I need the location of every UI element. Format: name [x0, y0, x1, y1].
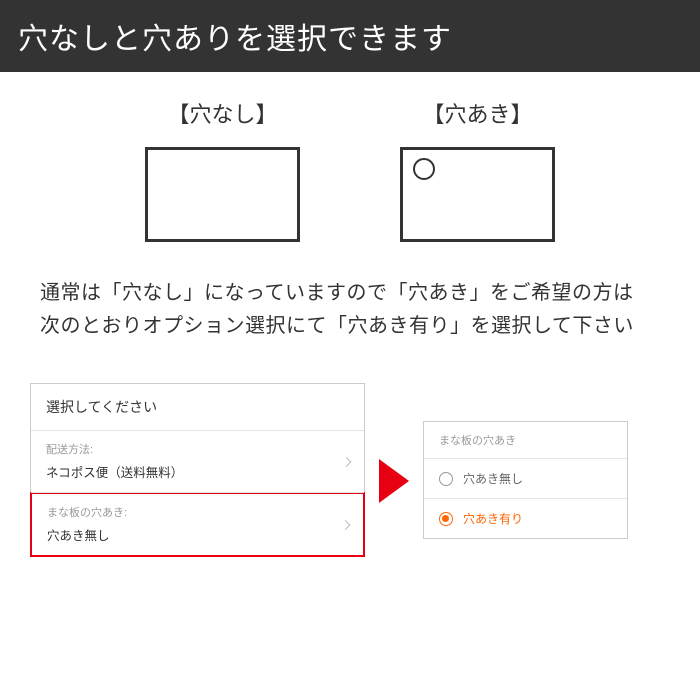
highlighted-row-frame: まな板の穴あき: 穴あき無し [30, 492, 365, 557]
hole-option-row[interactable]: まな板の穴あき: 穴あき無し [32, 494, 363, 555]
instruction-line-2: 次のとおりオプション選択にて「穴あき有り」を選択して下さい [40, 310, 660, 343]
instruction-line-1: 通常は「穴なし」になっていますので「穴あき」をご希望の方は [40, 277, 660, 310]
page-title: 穴なしと穴ありを選択できます [18, 23, 452, 56]
hole-icon [413, 158, 435, 180]
no-hole-label: 【穴なし】 [167, 97, 277, 129]
instruction-text: 通常は「穴なし」になっていますので「穴あき」をご希望の方は 次のとおりオプション… [40, 277, 660, 343]
radio-label-no-hole: 穴あき無し [463, 470, 523, 487]
radio-option-with-hole[interactable]: 穴あき有り [424, 499, 627, 538]
hole-option-value: 穴あき無し [47, 525, 348, 544]
radio-panel: まな板の穴あき 穴あき無し 穴あき有り [423, 421, 628, 539]
board-diagram-no-hole [145, 147, 300, 242]
content-area: 【穴なし】 【穴あき】 通常は「穴なし」になっていますので「穴あき」をご希望の方… [0, 72, 700, 577]
selection-panel: 選択してください 配送方法: ネコポス便（送料無料） まな板の穴あき: 穴あき無… [30, 383, 365, 557]
shipping-label: 配送方法: [46, 441, 349, 457]
arrow-icon [375, 459, 413, 503]
board-diagram-with-hole [400, 147, 555, 242]
radio-icon-selected [439, 512, 453, 526]
radio-icon [439, 472, 453, 486]
page-title-bar: 穴なしと穴ありを選択できます [0, 0, 700, 72]
radio-label-with-hole: 穴あき有り [463, 510, 523, 527]
forms-row: 選択してください 配送方法: ネコポス便（送料無料） まな板の穴あき: 穴あき無… [30, 383, 660, 557]
radio-panel-header: まな板の穴あき [424, 422, 627, 459]
with-hole-label: 【穴あき】 [422, 97, 532, 129]
radio-option-no-hole[interactable]: 穴あき無し [424, 459, 627, 499]
shipping-value: ネコポス便（送料無料） [46, 462, 349, 481]
hole-option-label: まな板の穴あき: [47, 504, 348, 520]
option-with-hole: 【穴あき】 [400, 97, 555, 242]
option-no-hole: 【穴なし】 [145, 97, 300, 242]
options-row: 【穴なし】 【穴あき】 [40, 97, 660, 242]
selection-panel-header: 選択してください [31, 384, 364, 431]
shipping-method-row[interactable]: 配送方法: ネコポス便（送料無料） [31, 431, 364, 493]
